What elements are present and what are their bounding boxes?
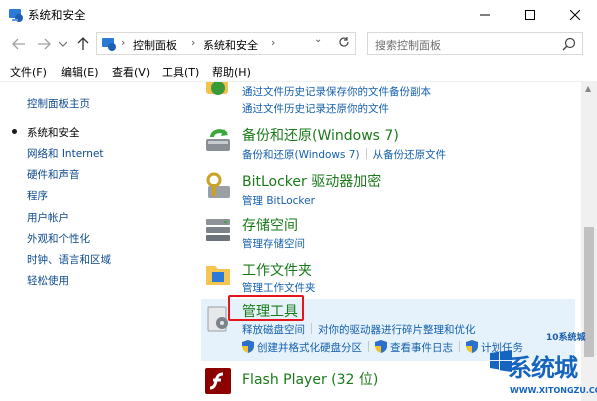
control-panel-icon bbox=[102, 38, 116, 51]
chevron-right-icon[interactable]: › bbox=[191, 36, 195, 49]
minimize-icon bbox=[479, 14, 490, 15]
nav-appearance[interactable]: 外观和个性化 bbox=[27, 231, 90, 246]
backup-restore-icon bbox=[206, 129, 230, 151]
separator bbox=[459, 341, 460, 352]
forward-arrow-icon bbox=[38, 38, 51, 50]
watermark-url: WWW.XITONGZU.COM bbox=[510, 386, 597, 395]
menu-help[interactable]: 帮助(H) bbox=[212, 64, 251, 80]
search-icon[interactable] bbox=[562, 37, 576, 51]
backup-restore-links: 备份和还原(Windows 7) 从备份还原文件 bbox=[242, 147, 446, 162]
close-icon bbox=[569, 9, 580, 20]
active-bullet bbox=[12, 129, 17, 134]
chevron-right-icon[interactable]: › bbox=[271, 36, 275, 49]
menu-file[interactable]: 文件(F) bbox=[10, 64, 47, 80]
left-navigation: 控制面板主页 系统和安全 网络和 Internet 硬件和声音 程序 用户帐户 … bbox=[0, 82, 195, 401]
menu-tools[interactable]: 工具(T) bbox=[162, 64, 199, 80]
link-manage-bitlocker[interactable]: 管理 BitLocker bbox=[242, 193, 315, 208]
search-input[interactable]: 搜索控制面板 bbox=[367, 32, 583, 55]
nav-hardware-sound[interactable]: 硬件和声音 bbox=[27, 167, 80, 182]
nav-control-panel-home[interactable]: 控制面板主页 bbox=[27, 96, 90, 111]
work-folders-icon bbox=[206, 266, 230, 285]
link-free-disk-space[interactable]: 释放磁盘空间 bbox=[242, 324, 305, 336]
menu-view[interactable]: 查看(V) bbox=[112, 64, 150, 80]
up-button[interactable] bbox=[76, 37, 90, 51]
nav-clock-language-region[interactable]: 时钟、语言和区域 bbox=[27, 252, 111, 267]
link-file-history-restore[interactable]: 通过文件历史记录还原你的文件 bbox=[242, 101, 389, 116]
nav-user-accounts[interactable]: 用户帐户 bbox=[27, 210, 69, 225]
link-defragment-drives[interactable]: 对你的驱动器进行碎片整理和优化 bbox=[318, 324, 476, 336]
nav-programs[interactable]: 程序 bbox=[27, 188, 48, 203]
separator bbox=[368, 341, 369, 352]
file-history-icon bbox=[206, 82, 228, 95]
maximize-button[interactable] bbox=[507, 0, 552, 29]
separator bbox=[311, 323, 312, 334]
link-file-history-backup[interactable]: 通过文件历史记录保存你的文件备份副本 bbox=[242, 84, 431, 99]
nav-ease-of-access[interactable]: 轻松使用 bbox=[27, 273, 69, 288]
search-placeholder: 搜索控制面板 bbox=[375, 39, 441, 52]
flash-player-icon bbox=[205, 368, 231, 394]
chevron-right-icon[interactable]: › bbox=[121, 36, 125, 49]
up-arrow-icon bbox=[77, 37, 89, 50]
highlight-annotation-box bbox=[228, 295, 304, 321]
storage-spaces-title[interactable]: 存储空间 bbox=[242, 215, 298, 235]
scroll-up-icon[interactable]: ▲ bbox=[585, 84, 591, 93]
address-dropdown-icon[interactable]: ⌄ bbox=[314, 34, 322, 45]
menu-bar: 文件(F) 编辑(E) 查看(V) 工具(T) 帮助(H) bbox=[0, 60, 597, 82]
separator bbox=[365, 148, 367, 159]
link-restore-files[interactable]: 从备份还原文件 bbox=[373, 149, 447, 161]
link-manage-work-folders[interactable]: 管理工作文件夹 bbox=[242, 280, 316, 295]
link-backup-restore-win7[interactable]: 备份和还原(Windows 7) bbox=[242, 149, 360, 161]
link-manage-storage-spaces[interactable]: 管理存储空间 bbox=[242, 236, 305, 251]
window-title: 系统和安全 bbox=[28, 8, 86, 22]
forward-button[interactable] bbox=[37, 37, 51, 51]
storage-spaces-icon bbox=[206, 219, 230, 241]
maximize-icon bbox=[524, 9, 535, 20]
flash-player-title[interactable]: Flash Player (32 位) bbox=[242, 369, 378, 389]
uac-shield-icon bbox=[242, 340, 254, 353]
bitlocker-title[interactable]: BitLocker 驱动器加密 bbox=[242, 171, 381, 191]
uac-shield-icon bbox=[375, 340, 387, 353]
back-arrow-icon bbox=[12, 38, 25, 50]
uac-shield-icon bbox=[466, 340, 478, 353]
backup-restore-title[interactable]: 备份和还原(Windows 7) bbox=[242, 125, 399, 145]
title-bar: 系统和安全 bbox=[0, 0, 597, 29]
watermark-main: 系统城 bbox=[508, 354, 578, 382]
work-folders-title[interactable]: 工作文件夹 bbox=[242, 260, 312, 280]
admin-tools-links-row1: 释放磁盘空间 对你的驱动器进行碎片整理和优化 bbox=[242, 322, 476, 337]
watermark: 10系统城 系统城 WWW.XITONGZU.COM bbox=[488, 326, 597, 401]
nav-system-security[interactable]: 系统和安全 bbox=[27, 125, 80, 140]
nav-network-internet[interactable]: 网络和 Internet bbox=[27, 146, 104, 161]
recent-locations-button[interactable] bbox=[58, 37, 68, 51]
menu-edit[interactable]: 编辑(E) bbox=[61, 64, 99, 80]
link-create-format-partitions[interactable]: 创建并格式化硬盘分区 bbox=[257, 342, 362, 354]
close-button[interactable] bbox=[552, 0, 597, 29]
admin-tools-links-row2: 创建并格式化硬盘分区 查看事件日志 计划任务 bbox=[242, 340, 523, 355]
control-panel-icon bbox=[9, 9, 23, 22]
refresh-icon bbox=[339, 37, 349, 47]
watermark-top: 10系统城 bbox=[546, 333, 586, 343]
breadcrumb-system-security[interactable]: 系统和安全 bbox=[203, 37, 258, 53]
bitlocker-icon bbox=[206, 172, 230, 198]
link-view-event-logs[interactable]: 查看事件日志 bbox=[390, 342, 453, 354]
back-button[interactable] bbox=[12, 37, 26, 51]
breadcrumb-control-panel[interactable]: 控制面板 bbox=[133, 37, 177, 53]
minimize-button[interactable] bbox=[462, 0, 507, 29]
chevron-down-icon bbox=[59, 41, 67, 47]
refresh-button[interactable] bbox=[334, 32, 354, 52]
